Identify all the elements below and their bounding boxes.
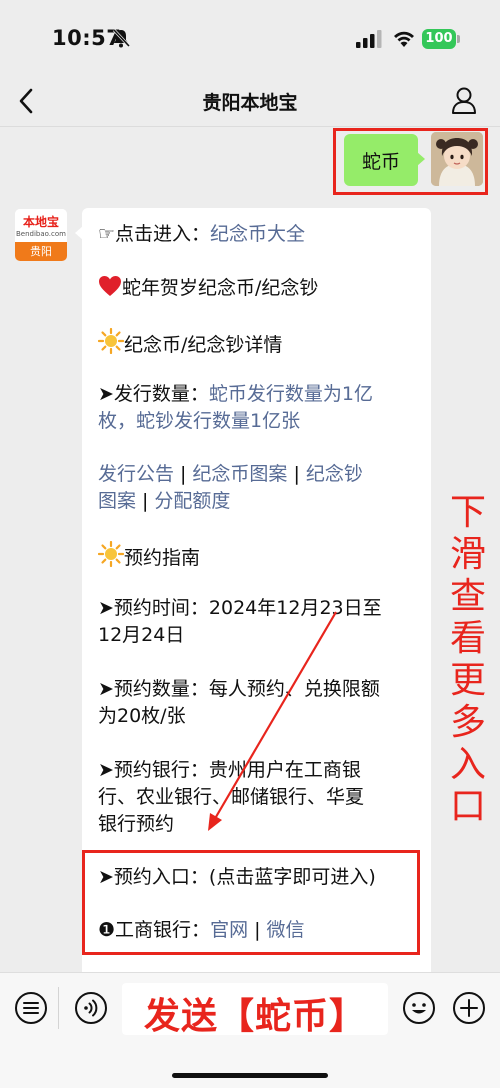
message-bank-line3: 银行预约: [98, 813, 175, 835]
emoji-face-icon[interactable]: [402, 991, 436, 1025]
wifi-icon: [394, 31, 414, 47]
scroll-hint-char: 查: [449, 576, 486, 617]
link-icbc-wechat[interactable]: 微信: [266, 919, 304, 941]
nav-bar: 贵阳本地宝: [0, 78, 500, 127]
scroll-hint-char: 滑: [449, 534, 486, 575]
menu-list-icon[interactable]: [14, 991, 48, 1025]
link-issue-announcement[interactable]: 发行公告: [98, 463, 174, 485]
link-issue-quantity[interactable]: 蛇币发行数量为1亿: [209, 383, 373, 405]
icbc-label: 工商银行：: [115, 919, 211, 941]
sun-icon: [97, 327, 125, 362]
scroll-hint-text: 下 滑 查 看 更 多 入 口: [448, 492, 488, 828]
logo-city-text: 贵阳: [15, 242, 67, 261]
guide-text: 预约指南: [124, 547, 201, 569]
profile-person-icon[interactable]: [450, 85, 478, 115]
message-time-line1: ➤预约时间：2024年12月23日至: [98, 597, 382, 619]
status-bar: 10:57 100: [0, 0, 500, 78]
logo-top: 本地宝 Bendibao.com: [15, 209, 67, 242]
separator: |: [293, 463, 300, 485]
message-issue-line1: ➤发行数量：蛇币发行数量为1亿: [98, 381, 373, 408]
battery-indicator: 100: [422, 29, 456, 49]
message-qty-line1: ➤预约数量：每人预约、兑换限额: [98, 678, 380, 700]
icbc-number: ❶: [98, 919, 116, 941]
link-allocation[interactable]: 分配额度: [154, 490, 230, 512]
plus-icon[interactable]: [452, 991, 486, 1025]
avatar-illustration: [431, 132, 483, 186]
input-divider: [58, 987, 59, 1029]
link-issue-quantity-cont[interactable]: 枚，蛇钞发行数量1亿张: [98, 410, 300, 432]
chat-title: 贵阳本地宝: [202, 92, 298, 114]
outgoing-message-bubble[interactable]: 蛇币: [344, 134, 425, 186]
battery-nub: [457, 35, 460, 43]
message-item1-line: 蛇年贺岁纪念币/纪念钞: [98, 275, 318, 305]
cellular-signal-icon: [356, 30, 382, 48]
scroll-hint-char: 入: [449, 744, 486, 785]
message-issue-line2: 枚，蛇钞发行数量1亿张: [98, 408, 300, 435]
logo-brand-text: 本地宝: [22, 215, 59, 229]
voice-icon[interactable]: [74, 991, 108, 1025]
red-heart-icon: [98, 275, 122, 305]
scroll-hint-char: 口: [449, 786, 486, 827]
issue-prefix: ➤发行数量：: [98, 383, 209, 405]
account-logo[interactable]: 本地宝 Bendibao.com 贵阳: [15, 209, 67, 261]
link-note-design[interactable]: 纪念钞: [306, 463, 363, 485]
message-links-row2: 图案 | 分配额度: [98, 488, 230, 515]
status-time: 10:57: [52, 26, 122, 50]
entry-prefix: ☞点击进入：: [98, 223, 211, 245]
item1-text: 蛇年贺岁纪念币/纪念钞: [122, 277, 319, 299]
separator: |: [254, 919, 261, 941]
link-commemorative-coins[interactable]: 纪念币大全: [210, 223, 305, 245]
scroll-hint-char: 下: [449, 492, 486, 533]
message-bank-line1: ➤预约银行：贵州用户在工商银: [98, 759, 361, 781]
message-entry-line: ☞点击进入：纪念币大全: [98, 221, 305, 248]
separator: |: [180, 463, 187, 485]
message-time-line2: 12月24日: [98, 624, 185, 646]
link-coin-design[interactable]: 纪念币图案: [192, 463, 287, 485]
message-qty-line2: 为20枚/张: [98, 705, 186, 727]
message-bank-line2: 行、农业银行、邮储银行、华夏: [98, 786, 365, 808]
link-icbc-website[interactable]: 官网: [210, 919, 248, 941]
logo-domain-text: Bendibao.com: [15, 230, 66, 238]
silent-bell-icon: [112, 28, 130, 48]
message-item2-line: 纪念币/纪念钞详情: [97, 327, 283, 362]
message-links-row1: 发行公告 | 纪念币图案 | 纪念钞: [98, 461, 363, 488]
home-indicator: [172, 1073, 328, 1078]
user-avatar[interactable]: [431, 132, 483, 186]
sun-icon: [97, 540, 125, 575]
message-icbc-line: ❶工商银行：官网 | 微信: [98, 917, 305, 944]
link-note-design-cont[interactable]: 图案: [98, 490, 136, 512]
scroll-hint-char: 多: [449, 702, 486, 743]
send-hint-text: 发送【蛇币】: [143, 996, 366, 1037]
separator: |: [142, 490, 149, 512]
scroll-hint-char: 看: [449, 618, 486, 659]
message-guide-line: 预约指南: [97, 540, 201, 575]
outgoing-message-text: 蛇币: [361, 151, 400, 173]
message-input[interactable]: 发送【蛇币】: [122, 983, 388, 1037]
message-entry2-line: ➤预约入口：(点击蓝字即可进入): [98, 866, 376, 888]
item2-text: 纪念币/纪念钞详情: [124, 334, 283, 356]
scroll-hint-char: 更: [449, 660, 486, 701]
